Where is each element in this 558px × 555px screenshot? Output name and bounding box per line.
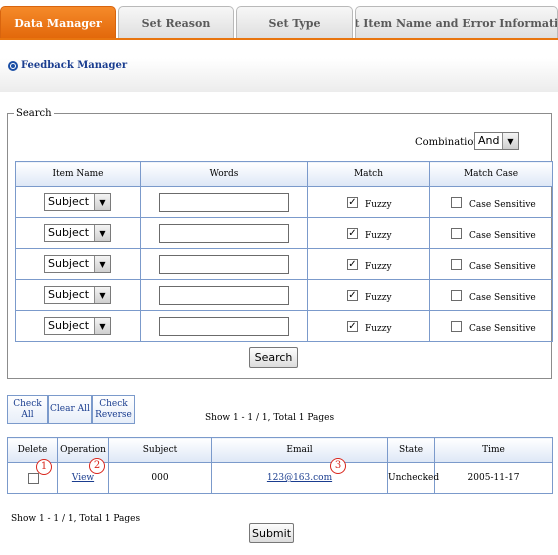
item-name-select[interactable]: Subject ▼ (44, 193, 111, 211)
words-input[interactable] (159, 317, 289, 336)
annotation-marker-3: 3 (330, 458, 346, 474)
tab-set-type[interactable]: Set Type (236, 6, 353, 39)
case-sensitive-checkbox[interactable] (451, 259, 462, 270)
clear-all-button[interactable]: Clear All (48, 395, 92, 424)
tab-set-reason[interactable]: Set Reason (118, 6, 234, 39)
words-input[interactable] (159, 193, 289, 212)
fuzzy-checkbox[interactable]: ✓ (347, 290, 358, 301)
annotation-marker-2: 2 (89, 458, 105, 474)
item-name-select[interactable]: Subject ▼ (44, 286, 111, 304)
tab-bar: Data Manager Set Reason Set Type Set Ite… (0, 6, 558, 39)
header-match-case: Match Case (429, 161, 553, 187)
case-sensitive-label: Case Sensitive (469, 262, 536, 272)
chevron-down-icon[interactable]: ▼ (94, 256, 110, 272)
delete-checkbox[interactable] (28, 473, 39, 484)
words-input[interactable] (159, 255, 289, 274)
combination-select[interactable]: And ▼ (474, 132, 519, 150)
case-sensitive-checkbox[interactable] (451, 290, 462, 301)
check-all-button[interactable]: Check All (7, 395, 48, 424)
check-reverse-label-2: Reverse (95, 409, 132, 420)
item-name-value: Subject (48, 257, 90, 270)
fuzzy-label: Fuzzy (365, 200, 392, 210)
search-table: Item Name Words Match Match Case Subject… (15, 161, 553, 342)
fuzzy-label: Fuzzy (365, 262, 392, 272)
check-all-label-2: All (21, 409, 34, 420)
item-name-select[interactable]: Subject ▼ (44, 224, 111, 242)
header-state: State (387, 437, 435, 463)
words-input[interactable] (159, 286, 289, 305)
chevron-down-icon[interactable]: ▼ (94, 225, 110, 241)
fuzzy-checkbox[interactable]: ✓ (347, 321, 358, 332)
item-name-value: Subject (48, 288, 90, 301)
check-reverse-button[interactable]: Check Reverse (92, 395, 135, 424)
header-words: Words (140, 161, 308, 187)
fuzzy-label: Fuzzy (365, 231, 392, 241)
chevron-down-icon[interactable]: ▼ (94, 287, 110, 303)
check-all-label-1: Check (13, 398, 42, 409)
combination-value: And (478, 134, 500, 147)
words-input[interactable] (159, 224, 289, 243)
search-row: Subject ▼ ✓ Fuzzy Case Sensitive (15, 279, 553, 311)
case-sensitive-label: Case Sensitive (469, 293, 536, 303)
combination-label: Combination: (415, 137, 484, 148)
view-link[interactable]: View (72, 473, 94, 483)
case-sensitive-label: Case Sensitive (469, 200, 536, 210)
check-reverse-label-1: Check (99, 398, 128, 409)
tab-data-manager[interactable]: Data Manager (0, 6, 116, 39)
chevron-down-icon[interactable]: ▼ (94, 194, 110, 210)
email-link[interactable]: 123@163.com (267, 473, 332, 483)
section-title: Feedback Manager (21, 60, 128, 71)
item-name-select[interactable]: Subject ▼ (44, 255, 111, 273)
header-item-name: Item Name (15, 161, 141, 187)
subject-cell: 000 (108, 462, 212, 494)
case-sensitive-checkbox[interactable] (451, 321, 462, 332)
submit-button[interactable]: Submit (249, 523, 294, 543)
fuzzy-checkbox[interactable]: ✓ (347, 197, 358, 208)
pagination-bottom: Show 1 - 1 / 1, Total 1 Pages (11, 514, 141, 524)
search-legend: Search (14, 108, 54, 119)
item-name-value: Subject (48, 226, 90, 239)
fuzzy-checkbox[interactable]: ✓ (347, 228, 358, 239)
item-name-value: Subject (48, 319, 90, 332)
fuzzy-checkbox[interactable]: ✓ (347, 259, 358, 270)
header-delete: Delete (7, 437, 58, 463)
case-sensitive-checkbox[interactable] (451, 228, 462, 239)
fuzzy-label: Fuzzy (365, 324, 392, 334)
header-time: Time (434, 437, 553, 463)
search-button[interactable]: Search (249, 347, 298, 368)
time-cell: 2005-11-17 (434, 462, 553, 494)
search-row: Subject ▼ ✓ Fuzzy Case Sensitive (15, 248, 553, 280)
chevron-down-icon[interactable]: ▼ (502, 133, 518, 149)
search-row: Subject ▼ ✓ Fuzzy Case Sensitive (15, 186, 553, 218)
chevron-down-icon[interactable]: ▼ (94, 318, 110, 334)
search-row: Subject ▼ ✓ Fuzzy Case Sensitive (15, 310, 553, 342)
case-sensitive-checkbox[interactable] (451, 197, 462, 208)
header-match: Match (307, 161, 430, 187)
pagination-top: Show 1 - 1 / 1, Total 1 Pages (205, 413, 335, 423)
radio-bullet-icon (8, 61, 18, 71)
annotation-marker-1: 1 (36, 459, 52, 475)
tab-set-item-name[interactable]: Set Item Name and Error Information (355, 6, 558, 39)
case-sensitive-label: Case Sensitive (469, 324, 536, 334)
item-name-select[interactable]: Subject ▼ (44, 317, 111, 335)
case-sensitive-label: Case Sensitive (469, 231, 536, 241)
state-cell: Unchecked (387, 462, 439, 494)
header-email: Email (211, 437, 388, 463)
fuzzy-label: Fuzzy (365, 293, 392, 303)
search-row: Subject ▼ ✓ Fuzzy Case Sensitive (15, 217, 553, 249)
header-subject: Subject (108, 437, 212, 463)
item-name-value: Subject (48, 195, 90, 208)
